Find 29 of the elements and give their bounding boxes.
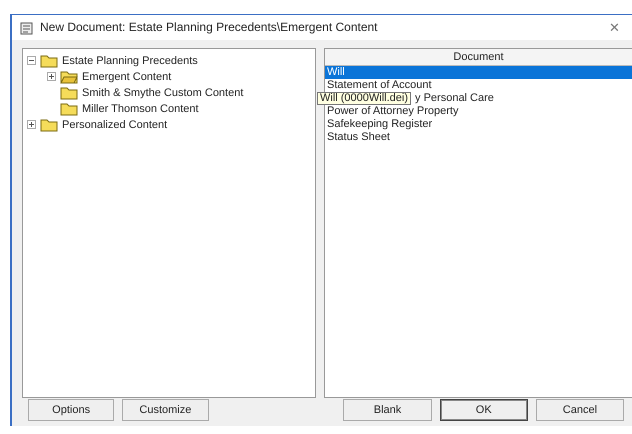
dialog-button[interactable]: Customize [122, 398, 208, 421]
close-button[interactable]: ✕ [609, 20, 620, 35]
column-header[interactable]: Document [325, 48, 632, 66]
folder-icon [40, 54, 58, 68]
list-item[interactable]: Safekeeping Register [325, 118, 632, 130]
list-item[interactable]: Power of Attorney Property [325, 104, 632, 118]
open-folder-icon [60, 70, 78, 84]
document-icon [20, 20, 34, 35]
tree-item[interactable]: Emergent Content [82, 70, 172, 82]
list-item[interactable]: y Personal Care [415, 92, 494, 104]
tree-item[interactable]: Miller Thomson Content [82, 102, 199, 114]
list-item[interactable]: Statement of Account [325, 78, 632, 92]
tree-item[interactable]: Estate Planning Precedents [62, 54, 198, 66]
tooltip: Will (0000Will.dei) [317, 92, 412, 104]
folder-icon [60, 86, 78, 100]
window-title: New Document: Estate Planning Precedents\Emergent Content [40, 20, 379, 34]
expand-icon[interactable] [27, 120, 36, 129]
dialog-button[interactable]: Options [28, 398, 114, 421]
tree-item[interactable]: Personalized Content [62, 118, 168, 130]
dialog-button[interactable]: Cancel [536, 398, 624, 421]
expand-icon[interactable] [47, 72, 56, 81]
tree-item[interactable]: Smith & Smythe Custom Content [82, 86, 244, 98]
dialog-button[interactable]: OK [440, 398, 528, 421]
list-item[interactable]: Will [325, 66, 632, 78]
folder-icon [40, 118, 58, 132]
list-item[interactable]: Status Sheet [325, 130, 632, 144]
collapse-icon[interactable] [27, 56, 36, 65]
folder-icon [60, 102, 78, 116]
dialog-button[interactable]: Blank [343, 398, 432, 421]
